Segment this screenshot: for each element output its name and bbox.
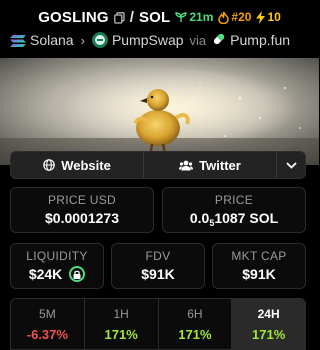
pair-title: GOSLING / SOL 21m #20 10	[0, 6, 319, 28]
price-change-value: 171%	[178, 327, 212, 342]
dex-link[interactable]: PumpSwap	[112, 32, 184, 48]
via-label: via	[189, 32, 207, 48]
chain-link[interactable]: Solana	[30, 32, 74, 48]
price-change-value: 171%	[252, 327, 286, 342]
flame-icon	[218, 11, 230, 24]
trending-rank-value: #20	[231, 10, 252, 24]
tab-label: 24H	[257, 307, 280, 321]
market-cap-value: $91K	[242, 266, 276, 282]
chevron-down-icon	[285, 161, 297, 169]
base-symbol: GOSLING	[38, 8, 109, 26]
quote-symbol: SOL	[138, 8, 171, 26]
route-breadcrumb: Solana › PumpSwap via Pump.fun	[10, 31, 290, 49]
twitter-button[interactable]: Twitter	[144, 152, 277, 178]
token-banner-image	[0, 58, 319, 165]
copy-icon[interactable]	[113, 11, 125, 24]
price-change-value: -6.37%	[26, 327, 68, 342]
fdv-box: FDV $91K	[111, 243, 205, 289]
more-links-button[interactable]	[277, 152, 305, 178]
tab-label: 5M	[39, 307, 56, 321]
tab-24h[interactable]: 24H 171%	[232, 299, 305, 349]
price-usd-box: PRICE USD $0.0001273	[10, 187, 154, 233]
pill-icon	[212, 32, 226, 49]
price-native-zeros: 5	[209, 218, 215, 228]
tab-label: 1H	[113, 307, 129, 321]
liquidity-label: LIQUIDITY	[26, 249, 88, 263]
fdv-value: $91K	[141, 266, 175, 282]
tab-5m[interactable]: 5M -6.37%	[11, 299, 85, 349]
fdv-label: FDV	[145, 249, 171, 263]
twitter-label: Twitter	[199, 157, 241, 173]
solana-logo-icon	[10, 34, 26, 47]
price-change-tabs: 5M -6.37% 1H 171% 6H 171% 24H 171%	[10, 298, 306, 350]
price-change-value: 171%	[104, 327, 138, 342]
chevron-right-icon: ›	[80, 32, 85, 48]
price-native-label: PRICE	[214, 193, 254, 207]
website-button[interactable]: Website	[11, 152, 144, 178]
price-usd-value: $0.0001273	[45, 210, 119, 226]
bolt-icon	[256, 10, 266, 24]
tab-6h[interactable]: 6H 171%	[159, 299, 233, 349]
market-cap-label: MKT CAP	[231, 249, 287, 263]
liquidity-value: $24K	[28, 266, 63, 282]
pair-age-value: 21m	[189, 10, 214, 24]
pair-separator: /	[129, 8, 134, 26]
website-label: Website	[61, 157, 111, 173]
trending-rank[interactable]: #20	[218, 10, 251, 24]
tab-label: 6H	[187, 307, 203, 321]
users-icon	[179, 160, 194, 170]
launchpad-link[interactable]: Pump.fun	[230, 32, 290, 48]
price-native-digits: 1087 SOL	[214, 210, 279, 226]
pair-age: 21m	[175, 10, 213, 24]
boost-count[interactable]: 10	[256, 10, 281, 24]
price-native-box: PRICE 0.051087 SOL	[162, 187, 306, 233]
lock-icon[interactable]	[69, 266, 86, 283]
pumpswap-logo-icon	[91, 32, 108, 48]
boost-count-value: 10	[267, 10, 281, 24]
price-native-value: 0.051087 SOL	[163, 210, 305, 228]
sprout-icon	[175, 12, 188, 22]
price-native-prefix: 0.0	[189, 210, 210, 226]
tab-1h[interactable]: 1H 171%	[85, 299, 159, 349]
social-links-bar: Website Twitter	[10, 151, 306, 179]
liquidity-box: LIQUIDITY $24K	[10, 243, 104, 289]
market-cap-box: MKT CAP $91K	[212, 243, 306, 289]
price-usd-label: PRICE USD	[47, 193, 117, 207]
globe-icon	[43, 159, 55, 171]
